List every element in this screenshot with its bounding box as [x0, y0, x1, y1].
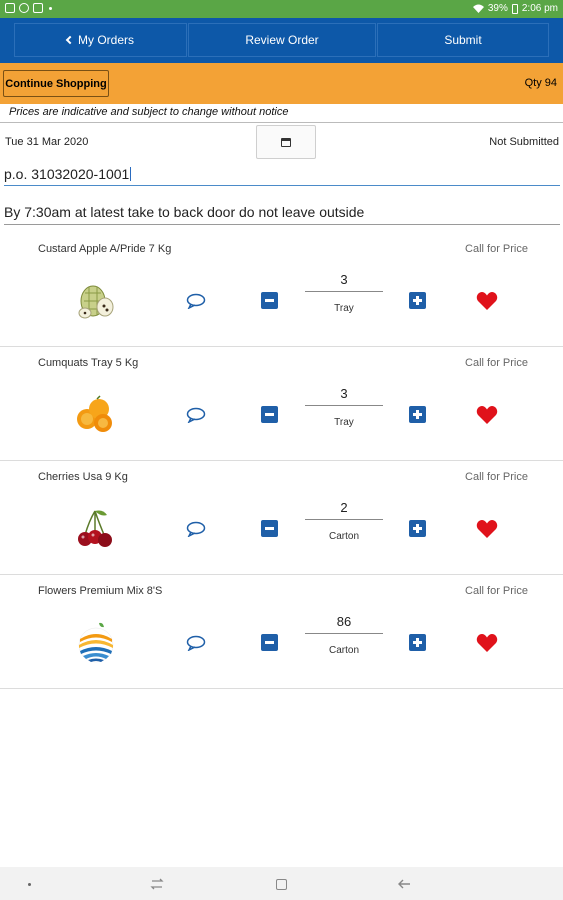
message-icon	[33, 3, 43, 13]
order-toolbar: Continue Shopping Qty 94	[0, 63, 563, 104]
decrease-qty-button[interactable]	[261, 292, 278, 309]
increase-qty-button[interactable]	[409, 406, 426, 423]
heart-icon[interactable]	[476, 519, 498, 539]
battery-icon	[511, 3, 518, 14]
po-number-value: p.o. 31032020-1001	[4, 166, 130, 182]
increase-qty-button[interactable]	[409, 520, 426, 537]
po-number-input[interactable]: p.o. 31032020-1001	[4, 163, 560, 186]
product-price: Call for Price	[465, 471, 528, 483]
continue-shopping-button[interactable]: Continue Shopping	[3, 70, 109, 97]
comment-icon[interactable]	[186, 635, 206, 651]
decrease-qty-button[interactable]	[261, 406, 278, 423]
increase-qty-button[interactable]	[409, 292, 426, 309]
product-price: Call for Price	[465, 357, 528, 369]
cumquats-image	[77, 395, 112, 432]
back-button[interactable]	[395, 875, 413, 893]
delivery-date-row: Tue 31 Mar 2020 Not Submitted	[0, 123, 563, 159]
order-item: Cherries Usa 9 Kg Call for Price 2 Carto…	[0, 461, 563, 575]
decrease-qty-button[interactable]	[261, 634, 278, 651]
product-name: Cherries Usa 9 Kg	[38, 471, 128, 483]
review-order-button[interactable]: Review Order	[188, 23, 376, 57]
quantity-input[interactable]: 3	[305, 386, 383, 406]
quantity-input[interactable]: 2	[305, 500, 383, 520]
recent-apps-icon	[150, 878, 164, 890]
more-notifications-icon	[49, 6, 52, 10]
calendar-button[interactable]	[256, 125, 316, 159]
total-qty: Qty 94	[524, 77, 557, 89]
review-order-label: Review Order	[245, 33, 319, 47]
text-cursor	[130, 167, 132, 181]
recent-apps-button[interactable]	[148, 875, 166, 893]
my-orders-button[interactable]: My Orders	[14, 23, 187, 57]
clock: 2:06 pm	[521, 3, 558, 14]
status-bar: 39% 2:06 pm	[0, 0, 563, 18]
home-icon	[275, 878, 287, 890]
my-orders-label: My Orders	[77, 33, 134, 47]
quantity-input[interactable]: 3	[305, 272, 383, 292]
quantity-unit: Carton	[328, 645, 359, 656]
assistant-dot-icon[interactable]	[20, 875, 38, 893]
quantity-input[interactable]: 86	[305, 614, 383, 634]
product-price: Call for Price	[465, 585, 528, 597]
delivery-date: Tue 31 Mar 2020	[5, 136, 89, 148]
quantity-unit: Tray	[334, 303, 354, 314]
sync-icon	[19, 3, 29, 13]
decrease-qty-button[interactable]	[261, 520, 278, 537]
order-item: Flowers Premium Mix 8'S Call for Price 8…	[0, 575, 563, 689]
chevron-left-icon	[65, 35, 75, 45]
order-item: Cumquats Tray 5 Kg Call for Price 3 Tray	[0, 347, 563, 461]
quantity-unit: Carton	[328, 531, 359, 542]
notification-icons	[5, 3, 52, 13]
comment-icon[interactable]	[186, 293, 206, 309]
order-items-list: Custard Apple A/Pride 7 Kg Call for Pric…	[0, 233, 563, 689]
comment-icon[interactable]	[186, 521, 206, 537]
quantity-unit: Tray	[334, 417, 354, 428]
home-button[interactable]	[272, 875, 290, 893]
gallery-icon	[5, 3, 15, 13]
system-nav-bar	[0, 867, 563, 900]
product-name: Cumquats Tray 5 Kg	[38, 357, 139, 369]
price-disclaimer: Prices are indicative and subject to cha…	[0, 104, 563, 123]
app-nav-bar: My Orders Review Order Submit	[0, 18, 563, 63]
wifi-icon	[472, 4, 484, 13]
submit-label: Submit	[444, 33, 482, 47]
back-arrow-icon	[398, 879, 410, 889]
product-name: Custard Apple A/Pride 7 Kg	[38, 243, 172, 255]
system-indicators: 39% 2:06 pm	[472, 3, 558, 14]
comment-icon[interactable]	[186, 407, 206, 423]
order-status: Not Submitted	[489, 136, 559, 148]
heart-icon[interactable]	[476, 405, 498, 425]
delivery-notes-value: By 7:30am at latest take to back door do…	[4, 204, 365, 220]
heart-icon[interactable]	[476, 633, 498, 653]
order-item: Custard Apple A/Pride 7 Kg Call for Pric…	[0, 233, 563, 347]
submit-button[interactable]: Submit	[377, 23, 549, 57]
heart-icon[interactable]	[476, 291, 498, 311]
battery-percent: 39%	[487, 3, 508, 14]
delivery-notes-input[interactable]: By 7:30am at latest take to back door do…	[4, 204, 560, 225]
product-price: Call for Price	[465, 243, 528, 255]
increase-qty-button[interactable]	[409, 634, 426, 651]
calendar-icon	[281, 137, 291, 147]
custard-apple-image	[78, 285, 114, 319]
flowers-logo-image	[78, 622, 114, 663]
product-name: Flowers Premium Mix 8'S	[38, 585, 163, 597]
cherries-image	[78, 510, 112, 547]
